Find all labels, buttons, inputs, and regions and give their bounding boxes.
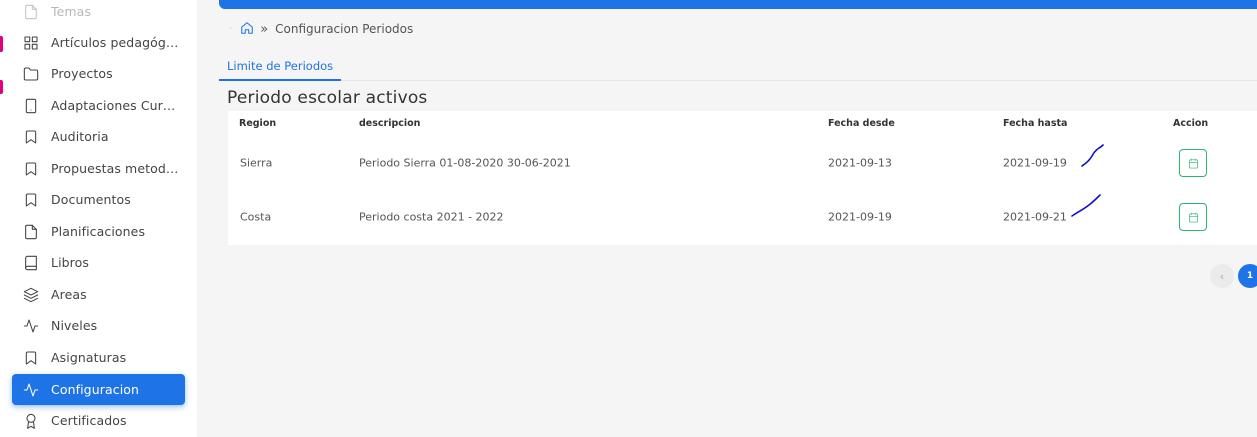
sidebar-item-label: Niveles <box>51 318 98 333</box>
sidebar-item-label: Proyectos <box>51 66 113 81</box>
cell-fecha-desde: 2021-09-19 <box>828 210 892 224</box>
periods-table: Region descripcion Fecha desde Fecha has… <box>228 111 1257 245</box>
sidebar-item-configuracion[interactable]: Configuracion <box>12 374 185 405</box>
page-title: Periodo escolar activos <box>227 88 428 108</box>
calendar-action-button[interactable] <box>1179 149 1207 177</box>
sidebar-item-label: Asignaturas <box>51 350 127 365</box>
sidebar-item-asignaturas[interactable]: Asignaturas <box>12 342 185 373</box>
pagination-page-1[interactable]: 1 <box>1238 264 1257 288</box>
cell-region: Sierra <box>240 156 273 170</box>
sidebar-item-label: Planificaciones <box>51 224 146 239</box>
award-icon <box>23 413 39 429</box>
calendar-icon <box>1188 158 1198 168</box>
sidebar-item-articulos[interactable]: Artículos pedagógicos <box>12 27 185 58</box>
column-header-accion: Accion <box>1173 118 1209 129</box>
cell-fecha-desde: 2021-09-13 <box>828 156 892 170</box>
sidebar-item-planificaciones[interactable]: Planificaciones <box>12 216 185 247</box>
sidebar-item-propuestas[interactable]: Propuestas metodológicas <box>12 153 185 184</box>
file-icon <box>23 4 39 20</box>
grid-icon <box>23 35 39 51</box>
cell-descripcion: Periodo costa 2021 - 2022 <box>359 210 504 224</box>
cell-fecha-hasta: 2021-09-21 <box>1003 210 1067 224</box>
tablet-icon <box>23 98 39 114</box>
calendar-action-button[interactable] <box>1179 203 1207 231</box>
sidebar-item-auditoria[interactable]: Auditoria <box>12 121 185 152</box>
sidebar-item-documentos[interactable]: Documentos <box>12 184 185 215</box>
bookmark-icon <box>23 350 39 366</box>
breadcrumb-current: Configuracion Periodos <box>275 22 414 36</box>
cell-region: Costa <box>240 210 272 224</box>
sidebar-item-niveles[interactable]: Niveles <box>12 310 185 341</box>
sidebar-item-label: Temas <box>51 4 92 19</box>
calendar-icon <box>1188 212 1198 222</box>
top-header-bar <box>219 0 1257 9</box>
breadcrumb: · » Configuracion Periodos <box>229 19 413 39</box>
pagination-prev-button[interactable]: ‹ <box>1210 264 1234 288</box>
sidebar-accent-mark <box>0 36 3 52</box>
bookmark-icon <box>23 129 39 145</box>
book-icon <box>23 255 39 271</box>
activity-icon <box>23 382 39 398</box>
sidebar-item-temas[interactable]: Temas <box>12 0 185 27</box>
column-header-fecha-hasta: Fecha hasta <box>1003 118 1068 129</box>
sidebar: Temas Artículos pedagógicos Proyectos Ad… <box>0 0 197 437</box>
app-root: Temas Artículos pedagógicos Proyectos Ad… <box>0 0 1257 437</box>
sidebar-item-areas[interactable]: Areas <box>12 279 185 310</box>
column-header-descripcion: descripcion <box>359 118 421 129</box>
cell-descripcion: Periodo Sierra 01-08-2020 30-06-2021 <box>359 156 571 170</box>
bookmark-icon <box>23 192 39 208</box>
bookmark-icon <box>23 161 39 177</box>
cell-fecha-hasta: 2021-09-19 <box>1003 156 1067 170</box>
sidebar-item-label: Configuracion <box>51 382 140 397</box>
sidebar-item-label: Libros <box>51 255 89 270</box>
folder-icon <box>23 66 39 82</box>
tab-bar: Limite de Periodos <box>219 54 1257 81</box>
sidebar-item-label: Propuestas metodológicas <box>51 161 179 176</box>
sidebar-item-certificados[interactable]: Certificados <box>12 405 185 436</box>
pen-scribble-mark <box>1081 144 1104 167</box>
layers-icon <box>23 287 39 303</box>
pen-scribble-mark <box>1071 194 1101 217</box>
sidebar-item-label: Areas <box>51 287 87 302</box>
sidebar-item-proyectos[interactable]: Proyectos <box>12 58 185 89</box>
sidebar-item-label: Certificados <box>51 413 127 428</box>
tab-limite-de-periodos[interactable]: Limite de Periodos <box>219 54 342 81</box>
sidebar-accent-mark <box>0 80 3 94</box>
sidebar-item-label: Adaptaciones Curriculares <box>51 98 179 113</box>
file-icon <box>23 224 39 240</box>
sidebar-item-label: Artículos pedagógicos <box>51 35 179 50</box>
sidebar-item-label: Auditoria <box>51 129 109 144</box>
home-icon[interactable] <box>240 21 254 38</box>
sidebar-item-libros[interactable]: Libros <box>12 247 185 278</box>
sidebar-item-label: Documentos <box>51 192 131 207</box>
column-header-fecha-desde: Fecha desde <box>828 118 895 129</box>
activity-icon <box>23 318 39 334</box>
breadcrumb-dot: · <box>229 23 233 35</box>
breadcrumb-separator: » <box>260 21 269 37</box>
table-row: Costa Periodo costa 2021 - 2022 2021-09-… <box>228 190 1257 244</box>
column-header-region: Region <box>239 118 277 129</box>
table-row: Sierra Periodo Sierra 01-08-2020 30-06-2… <box>228 136 1257 190</box>
sidebar-item-adaptaciones[interactable]: Adaptaciones Curriculares <box>12 90 185 121</box>
